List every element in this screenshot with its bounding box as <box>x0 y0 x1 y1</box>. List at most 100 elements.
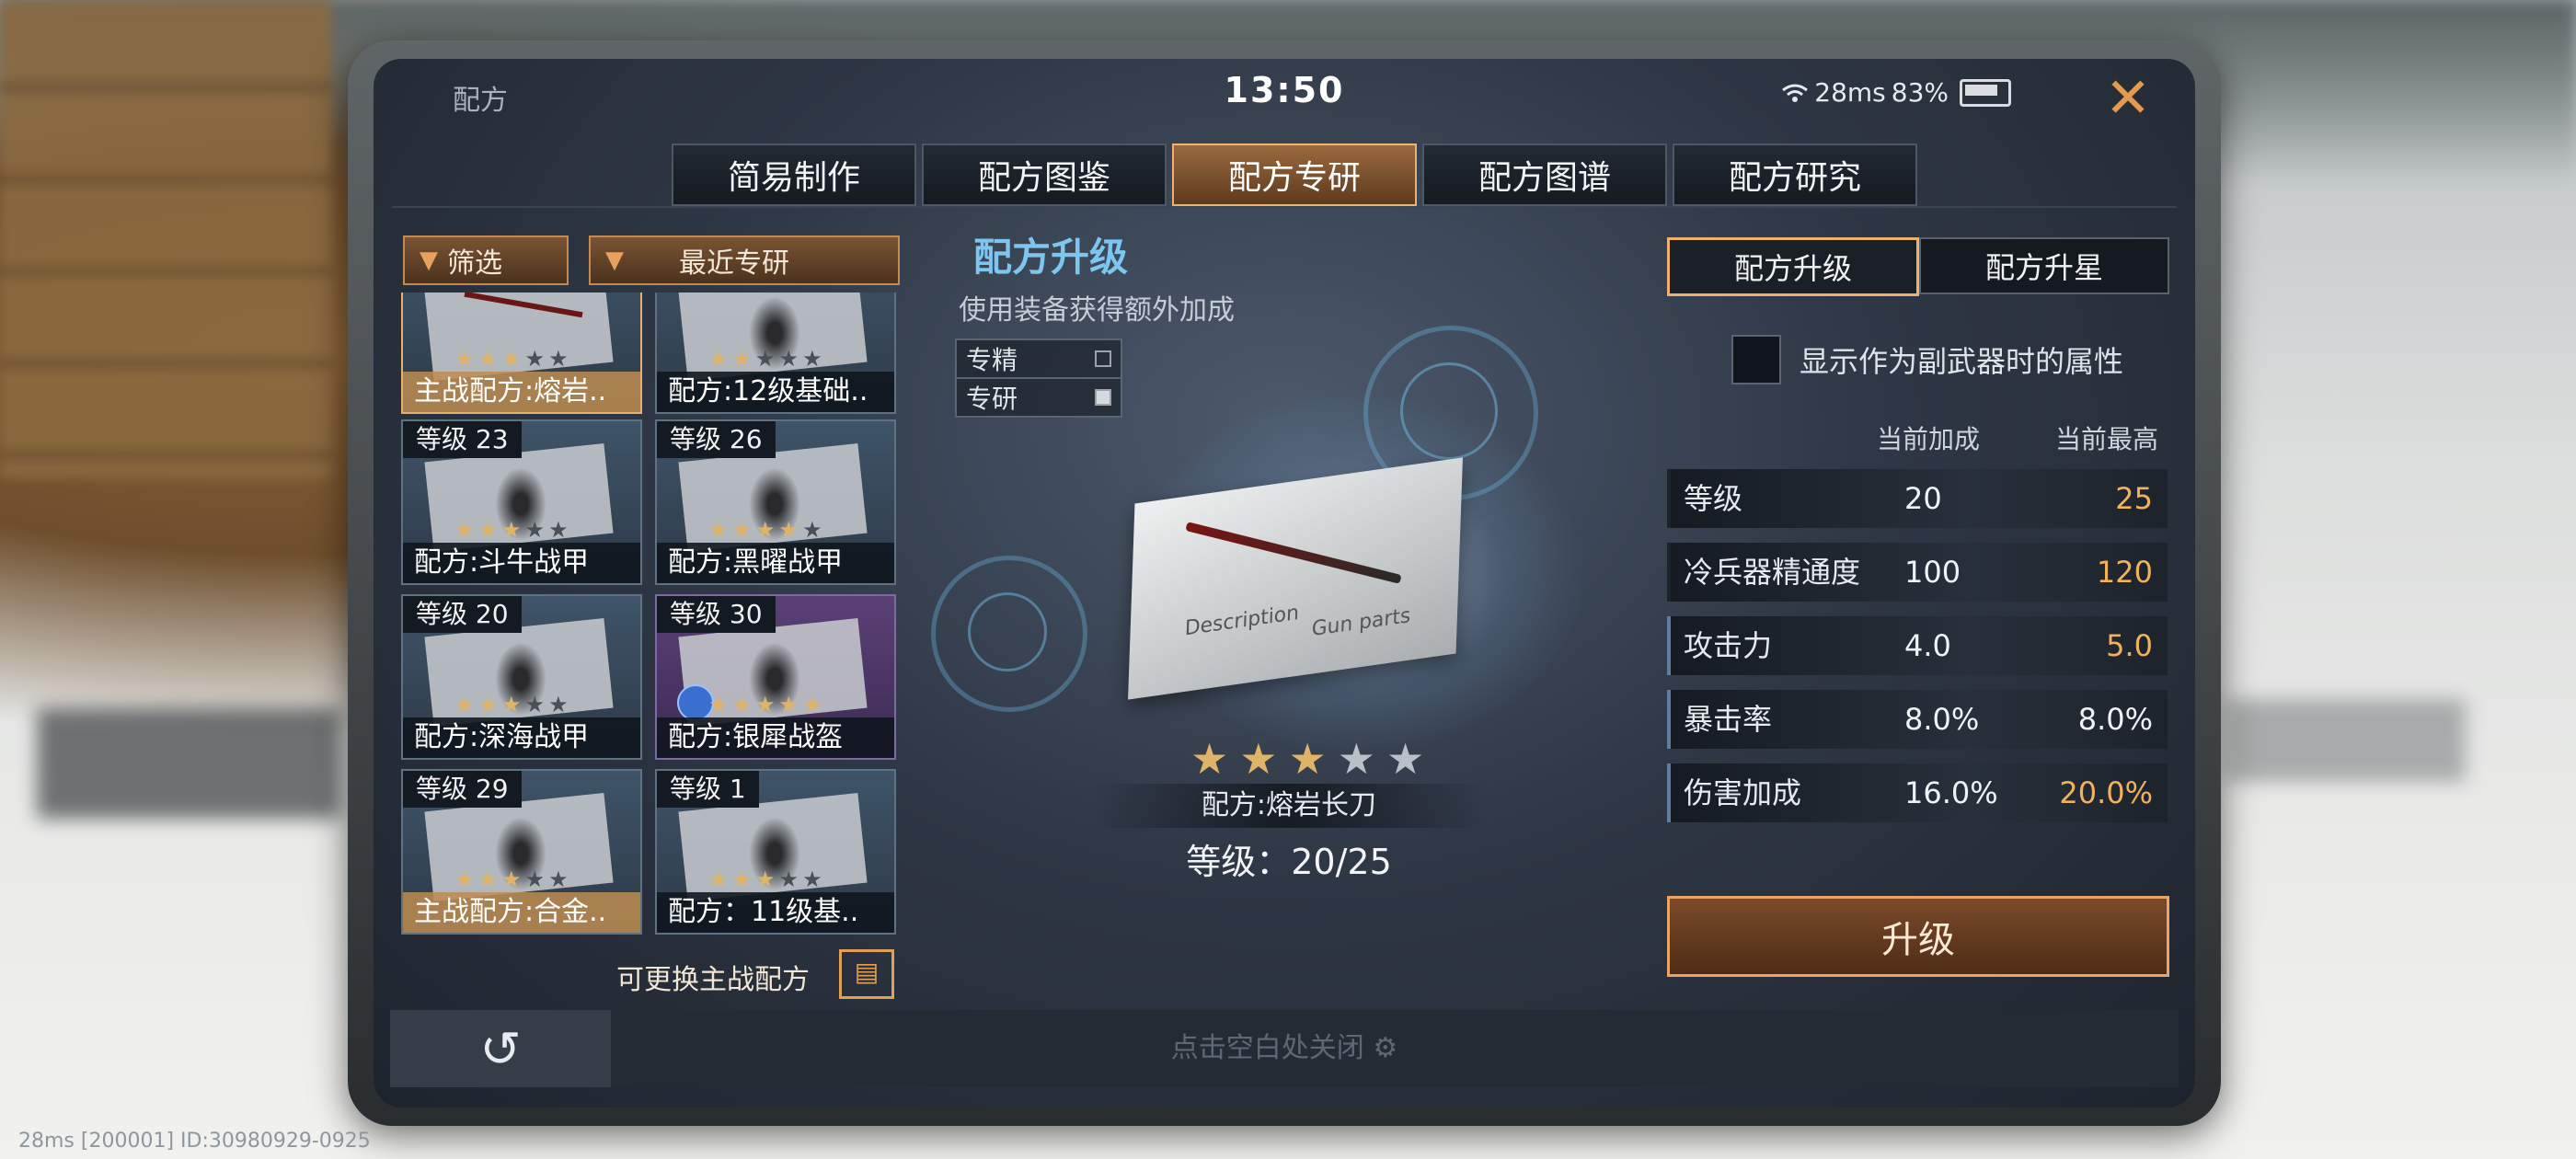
legend-box <box>1095 350 1111 367</box>
recipe-card[interactable]: 等级 30 ★ ★ ★ ★ ★ 配方:银犀战盔 <box>655 594 896 760</box>
upgrade-button[interactable]: 升级 <box>1667 896 2169 977</box>
stat-max: 20.0% <box>2059 775 2153 810</box>
stat-max: 120 <box>2096 555 2153 590</box>
stat-row-level: 等级 20 25 <box>1667 469 2168 528</box>
stat-current: 4.0 <box>1904 628 1951 663</box>
recipe-card[interactable]: 等级 23 ★ ★ ★ ★ ★ 配方:斗牛战甲 <box>401 419 642 585</box>
upgrade-sub-tabs: 配方升级 配方升星 <box>1667 237 2169 296</box>
tab-simple-craft[interactable]: 简易制作 <box>672 143 916 206</box>
back-arrow-icon: ↺ <box>479 1019 522 1078</box>
clipboard-search-icon[interactable]: ▤ <box>839 949 894 999</box>
recent-label: 最近专研 <box>679 247 789 280</box>
divider <box>392 206 2177 208</box>
star-filled-icon: ★ <box>1288 734 1327 784</box>
recipe-window: 配方 13:50 28ms 83% ✕ 简易制作 配方图鉴 配方专研 配方图谱 … <box>374 59 2195 1107</box>
status-indicators: 28ms 83% <box>1781 77 2011 108</box>
background-block-right <box>2226 699 2466 782</box>
tab-recipe-upgrade[interactable]: 配方升级 <box>1667 237 1919 296</box>
close-hint[interactable]: 点击空白处关闭 ⚙ <box>390 1010 2179 1087</box>
blueprint-description-text: Description <box>1184 601 1300 641</box>
card-level: 等级 29 <box>403 771 522 808</box>
card-name: 配方:黑曜战甲 <box>657 543 894 583</box>
stat-row-damage-bonus: 伤害加成 16.0% 20.0% <box>1667 763 2168 822</box>
stat-current: 16.0% <box>1904 775 1998 810</box>
recipe-card[interactable]: ★ ★ ★ ★ ★ 配方:12级基础.. <box>655 293 896 414</box>
upgrade-subtitle: 使用装备获得额外加成 <box>959 294 1235 327</box>
tab-recipe-research[interactable]: 配方研究 <box>1673 143 1917 206</box>
card-stars: ★ ★ ★ ★ ★ <box>454 517 569 543</box>
secondary-weapon-checkbox[interactable] <box>1731 335 1781 384</box>
upgrade-title: 配方升级 <box>973 235 1129 280</box>
chevron-down-icon: ▼ <box>420 247 438 274</box>
recipe-card[interactable]: 等级 1 ★ ★ ★ ★ ★ 配方：11级基.. <box>655 769 896 935</box>
recent-study-dropdown[interactable]: ▼ 最近专研 <box>589 235 900 285</box>
legend-item: 专研 <box>957 377 1121 416</box>
bottom-bar: 点击空白处关闭 ⚙ ↺ <box>390 1010 2179 1087</box>
back-button[interactable]: ↺ <box>390 1010 611 1087</box>
legend-item: 专精 <box>957 340 1121 377</box>
hud-ring-decoration <box>968 592 1047 671</box>
item-name: 配方:熔岩长刀 <box>1091 784 1487 828</box>
card-stars: ★ ★ ★ ★ ★ <box>454 866 569 892</box>
tab-recipe-map[interactable]: 配方图谱 <box>1422 143 1667 206</box>
secondary-weapon-label: 显示作为副武器时的属性 <box>1800 344 2124 379</box>
card-name: 配方:斗牛战甲 <box>403 543 640 583</box>
star-filled-icon: ★ <box>1239 734 1278 784</box>
tab-recipe-study[interactable]: 配方专研 <box>1172 143 1417 206</box>
secondary-weapon-toggle: 显示作为副武器时的属性 <box>1731 335 2123 384</box>
card-name: 配方:银犀战盔 <box>657 717 894 758</box>
stat-max: 25 <box>2115 481 2153 516</box>
tab-recipe-star-up[interactable]: 配方升星 <box>1919 237 2169 294</box>
wifi-icon <box>1782 84 1809 102</box>
legend: 专精 专研 <box>955 339 1122 418</box>
card-level: 等级 26 <box>657 421 776 458</box>
card-stars: ★ ★ ★ ★ ★ <box>708 346 822 372</box>
stat-row-crit-rate: 暴击率 8.0% 8.0% <box>1667 690 2168 749</box>
recipe-card[interactable]: ★ ★ ★ ★ ★ 主战配方:熔岩.. <box>401 293 642 414</box>
stat-label: 暴击率 <box>1684 702 1773 737</box>
card-name: 主战配方:熔岩.. <box>403 372 640 412</box>
card-name: 配方:深海战甲 <box>403 717 640 758</box>
background-crate <box>0 0 331 478</box>
recipe-card[interactable]: 等级 26 ★ ★ ★ ★ ★ 配方:黑曜战甲 <box>655 419 896 585</box>
stat-row-melee-mastery: 冷兵器精通度 100 120 <box>1667 543 2168 602</box>
stat-max: 8.0% <box>2077 702 2153 737</box>
replace-main-recipe-label: 可更换主战配方 <box>616 964 810 996</box>
star-filled-icon: ★ <box>1190 734 1229 784</box>
item-level: 等级：20/25 <box>1186 842 1392 882</box>
card-level: 等级 20 <box>403 596 522 633</box>
card-stars: ★ ★ ★ ★ ★ <box>708 517 822 543</box>
card-name: 配方：11级基.. <box>657 892 894 933</box>
tab-recipe-catalog[interactable]: 配方图鉴 <box>922 143 1167 206</box>
stat-label: 等级 <box>1684 481 1743 516</box>
filter-button[interactable]: ▼ 筛选 <box>403 235 569 285</box>
stat-max: 5.0 <box>2106 628 2153 663</box>
battery-icon <box>1960 78 2011 107</box>
card-name: 主战配方:合金.. <box>403 892 640 933</box>
star-empty-icon: ★ <box>1337 734 1375 784</box>
card-level: 等级 23 <box>403 421 522 458</box>
stat-current: 20 <box>1904 481 1942 516</box>
card-stars: ★ ★ ★ ★ ★ <box>708 866 822 892</box>
stat-label: 冷兵器精通度 <box>1684 555 1861 590</box>
card-stars: ★ ★ ★ ★ ★ <box>708 692 822 717</box>
legend-box <box>1095 389 1111 406</box>
recipe-card[interactable]: 等级 29 ★ ★ ★ ★ ★ 主战配方:合金.. <box>401 769 642 935</box>
legend-label: 专研 <box>966 384 1018 414</box>
close-button[interactable]: ✕ <box>2096 66 2160 131</box>
close-hint-text: 点击空白处关闭 <box>1170 1032 1364 1064</box>
ping-text: 28ms <box>1814 77 1886 108</box>
card-stars: ★ ★ ★ ★ ★ <box>454 692 569 717</box>
stat-row-attack: 攻击力 4.0 5.0 <box>1667 616 2168 675</box>
filter-label: 筛选 <box>447 247 502 280</box>
card-level: 等级 30 <box>657 596 776 633</box>
recipe-card[interactable]: 等级 20 ★ ★ ★ ★ ★ 配方:深海战甲 <box>401 594 642 760</box>
card-name: 配方:12级基础.. <box>657 372 894 412</box>
stat-current: 100 <box>1904 555 1961 590</box>
stat-label: 攻击力 <box>1684 628 1773 663</box>
legend-label: 专精 <box>966 345 1018 375</box>
background-block <box>37 708 340 819</box>
debug-info: 28ms [200001] ID:30980929-0925 <box>18 1130 371 1153</box>
stat-label: 伤害加成 <box>1684 775 1802 810</box>
gear-icon: ⚙ <box>1373 1032 1398 1064</box>
